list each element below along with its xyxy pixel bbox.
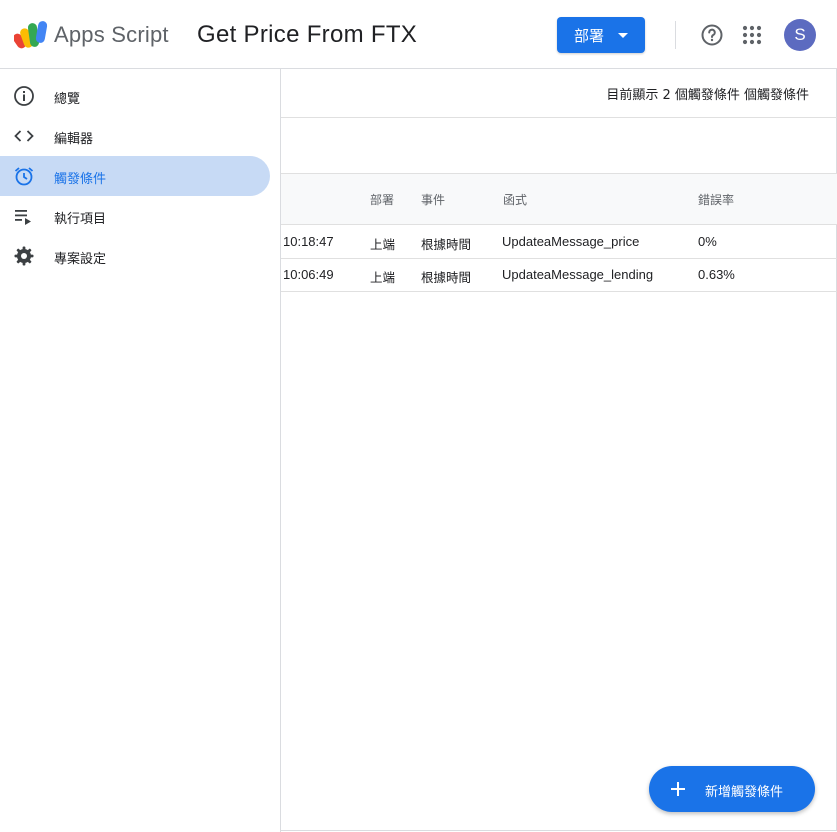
- sidebar-item-label: 編輯器: [54, 132, 94, 147]
- function-cell: UpdateaMessage_lending: [502, 267, 654, 282]
- column-header-event[interactable]: 事件: [421, 191, 445, 208]
- table-row[interactable]: 10:06:49 上端 根據時間 UpdateaMessage_lending …: [281, 258, 837, 292]
- function-cell: UpdateaMessage_price: [502, 234, 640, 249]
- sidebar-nav: 總覽 編輯器 觸發條件 執行項目 專案設定: [0, 69, 281, 832]
- last-run-time: 10:06:49: [283, 267, 334, 282]
- gear-icon: [14, 246, 34, 266]
- table-header: 部署 事件 函式 錯誤率: [281, 174, 837, 225]
- table-row[interactable]: 10:18:47 上端 根據時間 UpdateaMessage_price 0%: [281, 225, 837, 259]
- google-apps-grid-icon[interactable]: [741, 24, 763, 46]
- sidebar-item-editor[interactable]: 編輯器: [0, 116, 270, 156]
- column-header-error-rate[interactable]: 錯誤率: [698, 191, 734, 208]
- caret-down-icon: [618, 32, 628, 38]
- plus-icon: [671, 782, 685, 796]
- column-header-function[interactable]: 函式: [503, 191, 527, 208]
- sidebar-item-label: 專案設定: [54, 252, 107, 267]
- code-icon: [14, 130, 34, 142]
- account-avatar[interactable]: S: [784, 19, 816, 51]
- event-cell: 根據時間: [421, 270, 472, 285]
- deploy-button[interactable]: 部署: [557, 17, 645, 53]
- error-rate-cell: 0%: [698, 234, 717, 249]
- filter-bar: [281, 118, 837, 174]
- app-name: Apps Script: [54, 22, 169, 47]
- summary-bar: 目前顯示 2 個觸發條件 個觸發條件: [281, 69, 837, 118]
- add-trigger-label: 新增觸發條件: [705, 785, 784, 800]
- deployment-cell: 上端: [370, 237, 396, 252]
- add-trigger-button[interactable]: 新增觸發條件: [649, 766, 815, 812]
- info-icon: [14, 86, 34, 106]
- sidebar-item-label: 總覽: [54, 92, 81, 107]
- sidebar-item-overview[interactable]: 總覽: [0, 76, 270, 116]
- top-app-bar: Apps Script Get Price From FTX 部署 S: [0, 0, 837, 69]
- column-header-deployment[interactable]: 部署: [370, 191, 394, 208]
- sidebar-item-label: 執行項目: [54, 212, 107, 227]
- deploy-button-label: 部署: [573, 26, 604, 45]
- error-rate-cell: 0.63%: [698, 267, 735, 282]
- help-icon[interactable]: [700, 23, 724, 47]
- sidebar-item-settings[interactable]: 專案設定: [0, 236, 270, 276]
- last-run-time: 10:18:47: [283, 234, 334, 249]
- sidebar-item-triggers[interactable]: 觸發條件: [0, 156, 270, 196]
- trigger-count-text: 目前顯示 2 個觸發條件 個觸發條件: [606, 88, 809, 103]
- project-title[interactable]: Get Price From FTX: [197, 21, 417, 49]
- deployment-cell: 上端: [370, 270, 396, 285]
- triggers-panel: 目前顯示 2 個觸發條件 個觸發條件 部署 事件 函式 錯誤率 10:18:47…: [281, 69, 837, 832]
- header-divider: [675, 21, 676, 49]
- apps-script-logo-icon: [14, 21, 48, 49]
- sidebar-item-executions[interactable]: 執行項目: [0, 196, 270, 236]
- alarm-clock-icon: [14, 167, 34, 186]
- event-cell: 根據時間: [421, 237, 472, 252]
- queue-play-icon: [15, 210, 31, 225]
- sidebar-item-label: 觸發條件: [54, 172, 107, 187]
